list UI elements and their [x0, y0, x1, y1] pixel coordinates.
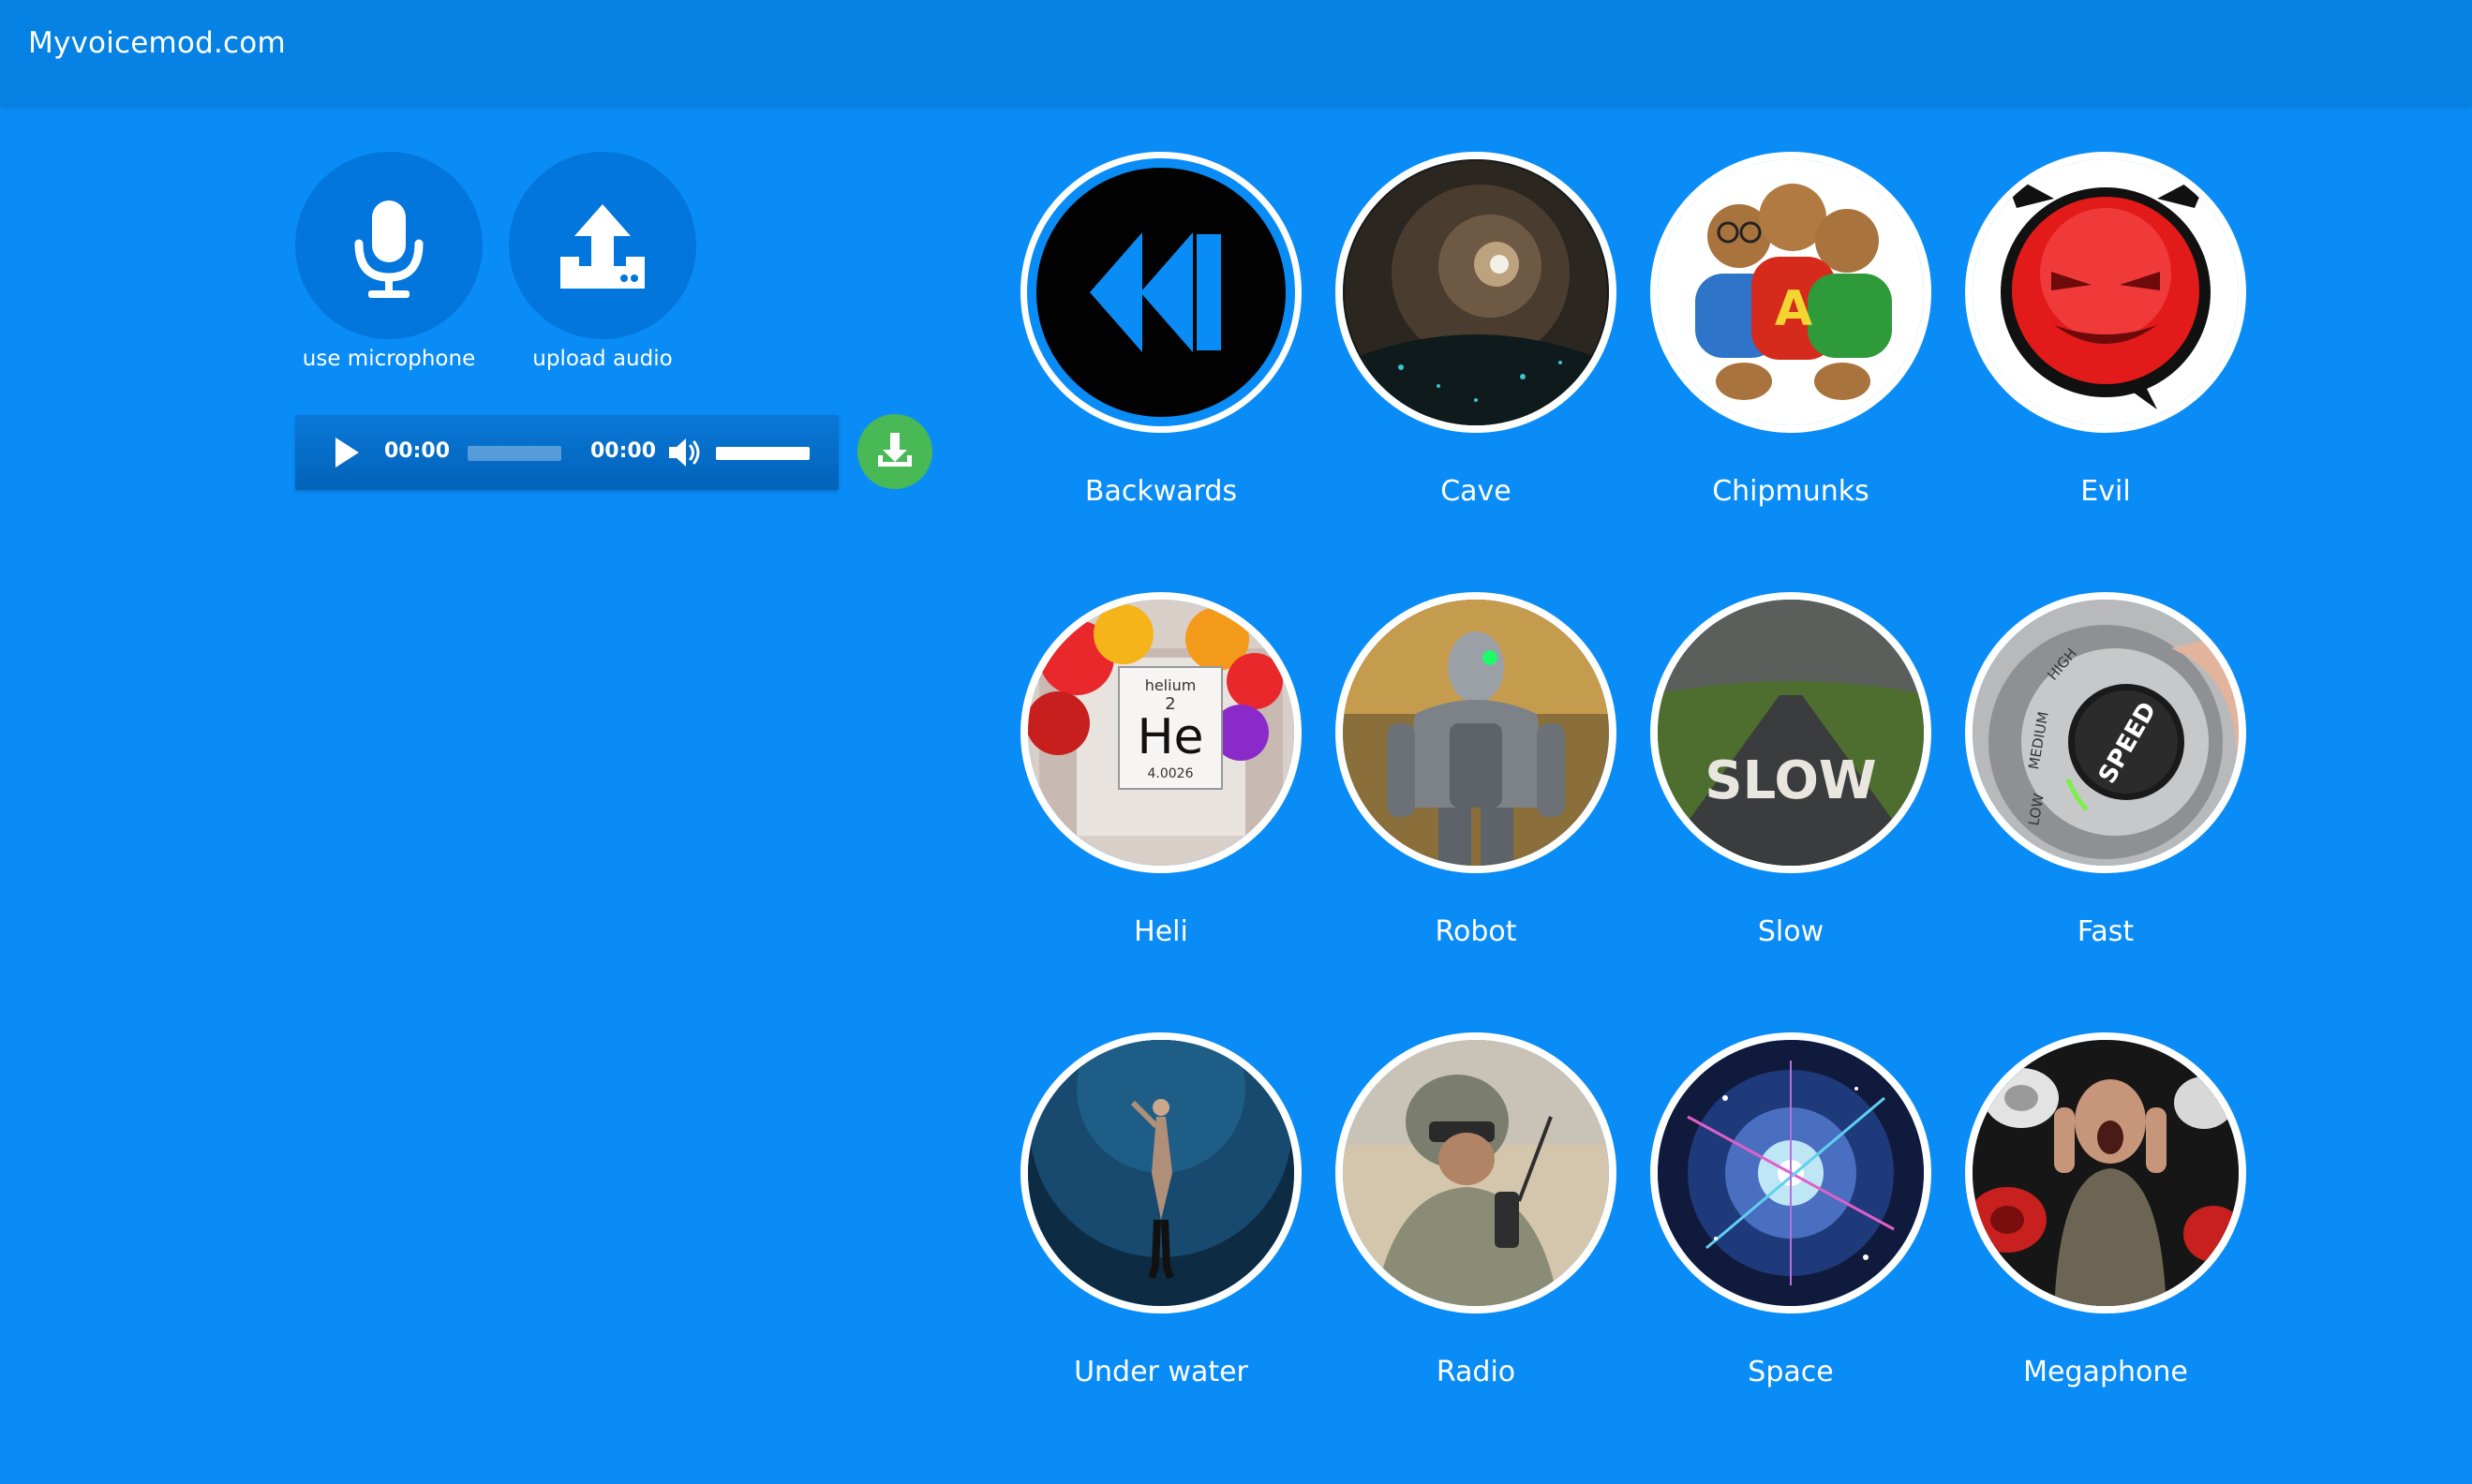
helium-name: helium	[1145, 676, 1197, 694]
helium-mass: 4.0026	[1148, 766, 1194, 781]
effect-image-radio	[1335, 1032, 1616, 1313]
download-button[interactable]	[857, 414, 932, 489]
duration: 00:00	[590, 439, 657, 463]
audio-player: 00:00 00:00	[295, 415, 839, 490]
effect-image-chipmunks: A	[1650, 152, 1931, 433]
effect-label: Evil	[2080, 475, 2131, 508]
upload-icon	[560, 204, 645, 289]
effect-under-water[interactable]: Under water	[1020, 1032, 1302, 1407]
effect-label: Under water	[1074, 1356, 1248, 1388]
effect-label: Slow	[1757, 915, 1824, 948]
microphone-icon	[354, 200, 424, 298]
effect-heli[interactable]: helium 2 He 4.0026 Heli	[1020, 592, 1302, 967]
effect-chipmunks[interactable]: A Chipmunks	[1650, 152, 1931, 527]
effect-image-slow: SLOW	[1650, 592, 1931, 873]
effect-space[interactable]: Space	[1650, 1032, 1931, 1407]
effect-label: Radio	[1436, 1356, 1516, 1388]
effect-image-fast: SPEED LOW MEDIUM HIGH	[1965, 592, 2246, 873]
effect-backwards[interactable]: Backwards	[1020, 152, 1302, 527]
volume-icon	[669, 438, 700, 467]
effect-megaphone[interactable]: Megaphone	[1965, 1032, 2246, 1407]
effect-label: Robot	[1435, 915, 1517, 948]
effect-image-robot	[1335, 592, 1616, 873]
helium-symbol: He	[1137, 709, 1203, 765]
site-title[interactable]: Myvoicemod.com	[28, 26, 286, 60]
effect-image-space	[1650, 1032, 1931, 1313]
effect-label: Chipmunks	[1712, 475, 1869, 508]
download-icon	[878, 433, 912, 467]
effect-label: Megaphone	[2023, 1356, 2188, 1388]
effect-image-cave	[1335, 152, 1616, 433]
effect-image-evil	[1965, 152, 2246, 433]
progress-bar[interactable]	[468, 446, 561, 461]
effect-evil[interactable]: Evil	[1965, 152, 2246, 527]
chipmunk-letter: A	[1775, 281, 1812, 337]
effect-label: Cave	[1440, 475, 1511, 508]
effect-image-backwards	[1020, 152, 1302, 433]
current-time: 00:00	[384, 439, 451, 463]
effect-robot[interactable]: Robot	[1335, 592, 1616, 967]
effect-radio[interactable]: Radio	[1335, 1032, 1616, 1407]
mute-button[interactable]	[665, 434, 707, 471]
top-bar: Myvoicemod.com	[0, 0, 2472, 105]
effect-fast[interactable]: SPEED LOW MEDIUM HIGH Fast	[1965, 592, 2246, 967]
effect-cave[interactable]: Cave	[1335, 152, 1616, 527]
use-microphone-label: use microphone	[302, 347, 476, 371]
play-icon	[335, 438, 359, 467]
upload-audio-label: upload audio	[532, 347, 673, 371]
upload-audio-button[interactable]	[509, 152, 696, 339]
slow-road-text: SLOW	[1705, 750, 1876, 811]
effect-slow[interactable]: SLOW Slow	[1650, 592, 1931, 967]
effect-image-megaphone	[1965, 1032, 2246, 1313]
effect-label: Backwards	[1084, 475, 1238, 508]
effect-image-heli: helium 2 He 4.0026	[1020, 592, 1302, 873]
effect-label: Fast	[2077, 915, 2135, 948]
play-button[interactable]	[327, 434, 365, 471]
effect-label: Space	[1748, 1356, 1834, 1388]
use-microphone-button[interactable]	[295, 152, 483, 339]
volume-slider[interactable]	[716, 447, 810, 460]
volume-level	[716, 447, 810, 460]
effect-label: Heli	[1134, 915, 1188, 948]
effect-image-under-water	[1020, 1032, 1302, 1313]
